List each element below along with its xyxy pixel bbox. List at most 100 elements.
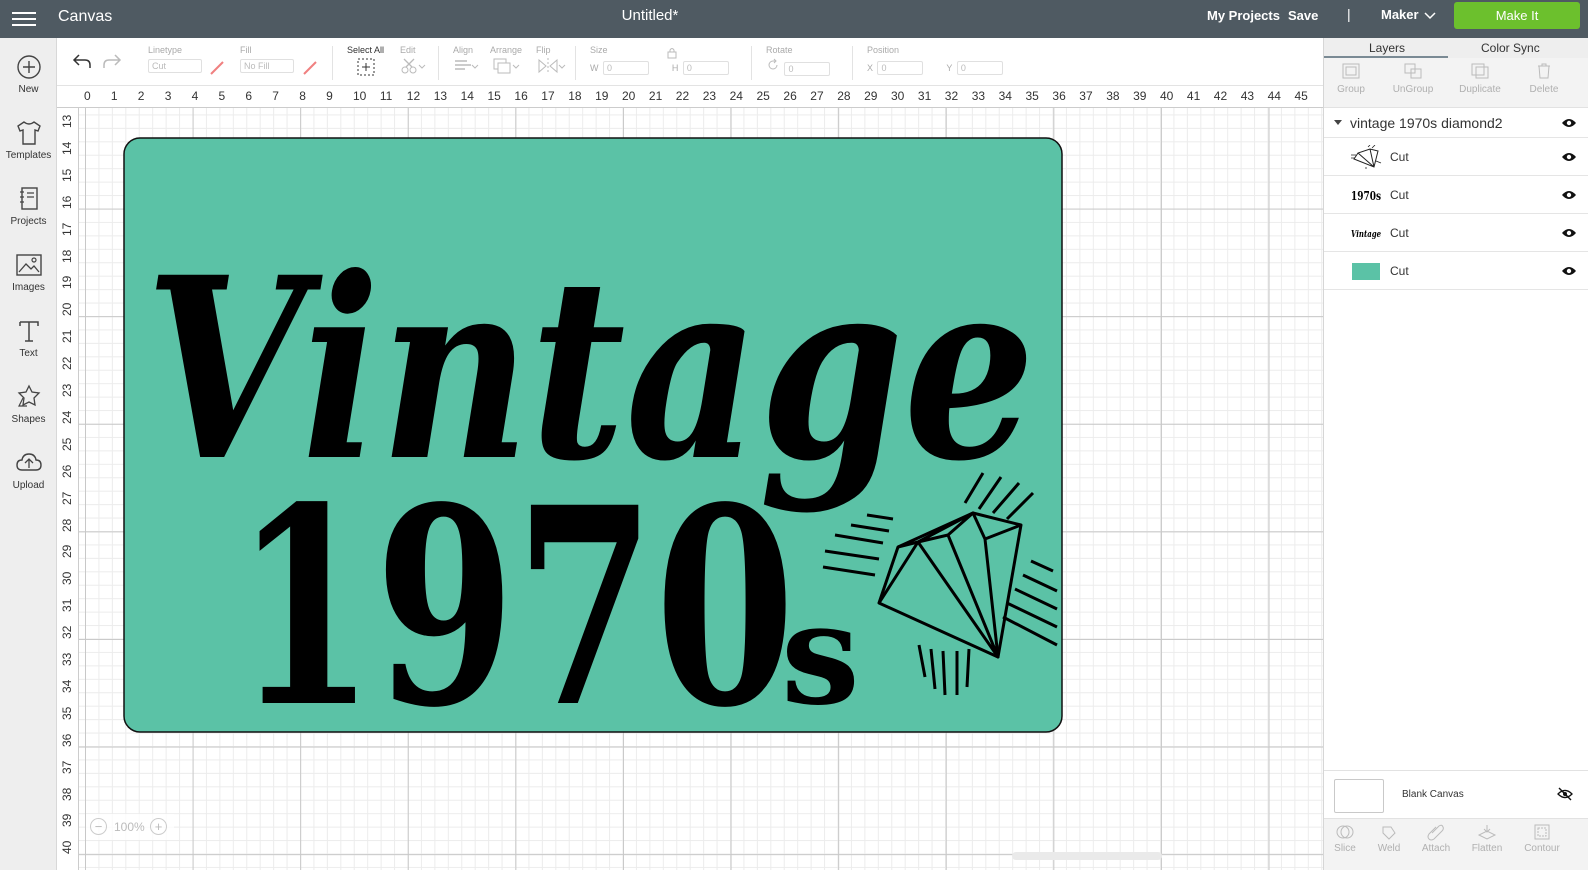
flatten-button[interactable]: Flatten: [1461, 823, 1513, 854]
fill-select[interactable]: No Fill: [240, 59, 294, 73]
ruler-tick-label: 7: [272, 89, 279, 103]
ruler-tick-label: 0: [84, 89, 91, 103]
ruler-tick-label: 42: [1213, 89, 1228, 103]
eye-hidden-icon[interactable]: [1557, 787, 1573, 801]
toolbar-divider: [438, 46, 439, 80]
x-input[interactable]: 0: [877, 61, 924, 75]
position-label: Position: [867, 45, 900, 55]
ruler-tick-label: 14: [60, 141, 74, 155]
height-input[interactable]: 0: [682, 61, 729, 75]
sidebar-item-projects[interactable]: Projects: [0, 186, 57, 246]
fill-label: Fill: [240, 45, 252, 55]
layer-row[interactable]: Cut: [1324, 252, 1588, 290]
redo-icon[interactable]: [101, 52, 123, 70]
sidebar-item-text[interactable]: Text: [0, 318, 57, 378]
sidebar-item-images[interactable]: Images: [0, 252, 57, 312]
make-it-button[interactable]: Make It: [1454, 2, 1580, 29]
tab-color-sync[interactable]: Color Sync: [1481, 41, 1540, 55]
ruler-tick-label: 20: [60, 302, 74, 317]
vintage-thumb: Vintage: [1351, 230, 1381, 240]
ruler-tick-label: 25: [756, 89, 770, 103]
ungroup-label: UnGroup: [1392, 84, 1434, 95]
tab-layers[interactable]: Layers: [1369, 41, 1405, 55]
ruler-tick-label: 12: [406, 89, 421, 103]
ruler-tick-label: 29: [864, 89, 878, 103]
layer-row[interactable]: 1970s Cut: [1324, 176, 1588, 214]
ruler-tick-label: 2: [137, 89, 145, 103]
canvas-color-swatch[interactable]: [1334, 779, 1384, 813]
sidebar-item-label: Projects: [10, 216, 47, 227]
position-group: Position X 0 Y 0: [867, 45, 1003, 76]
linetype-group: Linetype Cut: [148, 45, 202, 74]
undo-icon[interactable]: [71, 52, 93, 70]
save-button[interactable]: Save: [1288, 8, 1318, 23]
ruler-tick-label: 29: [60, 545, 74, 559]
ruler-tick-label: 28: [837, 89, 851, 103]
eye-icon[interactable]: [1561, 117, 1577, 129]
top-ruler: 0 1 2 3 4 5 6 7 8 9 10 11 12 13 14 15 16 17 18 19 20 21 22 23 24…: [57, 86, 1339, 108]
sidebar-item-label: Shapes: [11, 414, 46, 425]
caret-down-icon[interactable]: [1334, 120, 1342, 125]
sidebar-item-upload[interactable]: Upload: [0, 450, 57, 510]
lock-icon[interactable]: [667, 47, 677, 59]
horizontal-scrollbar[interactable]: [1012, 852, 1162, 860]
layer-operation: Cut: [1390, 264, 1409, 278]
ruler-tick-label: 37: [1079, 89, 1093, 103]
scissors-icon[interactable]: [400, 57, 426, 75]
arrange-group[interactable]: Arrange: [490, 45, 522, 80]
teal-rect-thumb: [1352, 263, 1380, 280]
layer-row[interactable]: Vintage Cut: [1324, 214, 1588, 252]
linetype-color-icon[interactable]: [209, 60, 225, 76]
width-input[interactable]: 0: [602, 61, 649, 75]
tshirt-icon: [16, 121, 41, 145]
rotate-input[interactable]: 0: [784, 62, 831, 76]
zoom-in-button[interactable]: +: [150, 818, 167, 835]
align-group[interactable]: Align: [453, 45, 479, 80]
ruler-tick-label: 9: [326, 89, 333, 103]
fill-color-icon[interactable]: [302, 60, 318, 76]
attach-button[interactable]: Attach: [1410, 823, 1462, 854]
sidebar-item-shapes[interactable]: Shapes: [0, 384, 57, 444]
sidebar-item-new[interactable]: New: [0, 54, 57, 114]
flip-group[interactable]: Flip: [536, 45, 566, 80]
select-all-group[interactable]: Select All: [347, 45, 384, 82]
toolbar-divider: [852, 46, 853, 80]
delete-button[interactable]: Delete: [1514, 62, 1574, 95]
ungroup-button[interactable]: UnGroup: [1383, 62, 1443, 95]
eye-icon[interactable]: [1561, 189, 1577, 201]
duplicate-button[interactable]: Duplicate: [1450, 62, 1510, 95]
machine-selector[interactable]: Maker: [1381, 7, 1419, 22]
layer-group-row[interactable]: vintage 1970s diamond2: [1324, 108, 1588, 138]
year-text-shape[interactable]: 1970: [235, 449, 795, 733]
y-input[interactable]: 0: [956, 61, 1003, 75]
ruler-tick-label: 37: [60, 760, 74, 774]
group-icon: [1342, 63, 1360, 79]
ruler-tick-label: 35: [60, 706, 74, 720]
ruler-tick-label: 5: [218, 89, 226, 103]
linetype-select[interactable]: Cut: [148, 59, 202, 73]
eye-icon[interactable]: [1561, 265, 1577, 277]
eye-icon[interactable]: [1561, 151, 1577, 163]
sidebar-item-templates[interactable]: Templates: [0, 120, 57, 180]
flip-icon[interactable]: [536, 57, 566, 75]
design-canvas[interactable]: Vintage 1970 s: [79, 108, 1339, 870]
align-icon[interactable]: [453, 57, 479, 75]
ungroup-icon: [1404, 63, 1422, 79]
zoom-out-button[interactable]: −: [90, 818, 107, 835]
edit-group[interactable]: Edit: [400, 45, 426, 80]
arrange-icon[interactable]: [490, 57, 520, 75]
chevron-down-icon[interactable]: [1424, 9, 1436, 21]
ruler-tick-label: 31: [917, 89, 932, 103]
my-projects-link[interactable]: My Projects: [1207, 8, 1280, 23]
weld-button[interactable]: Weld: [1363, 823, 1415, 854]
s-text-shape[interactable]: s: [781, 573, 860, 733]
layer-row[interactable]: Cut: [1324, 138, 1588, 176]
group-button[interactable]: Group: [1321, 62, 1381, 95]
ruler-tick-label: 31: [60, 598, 74, 613]
vintage-1970s-design[interactable]: Vintage 1970 s: [123, 137, 1063, 733]
contour-button[interactable]: Contour: [1516, 823, 1568, 854]
select-all-icon[interactable]: [356, 57, 376, 77]
width-label: W: [590, 63, 599, 73]
flip-label: Flip: [536, 45, 551, 55]
eye-icon[interactable]: [1561, 227, 1577, 239]
